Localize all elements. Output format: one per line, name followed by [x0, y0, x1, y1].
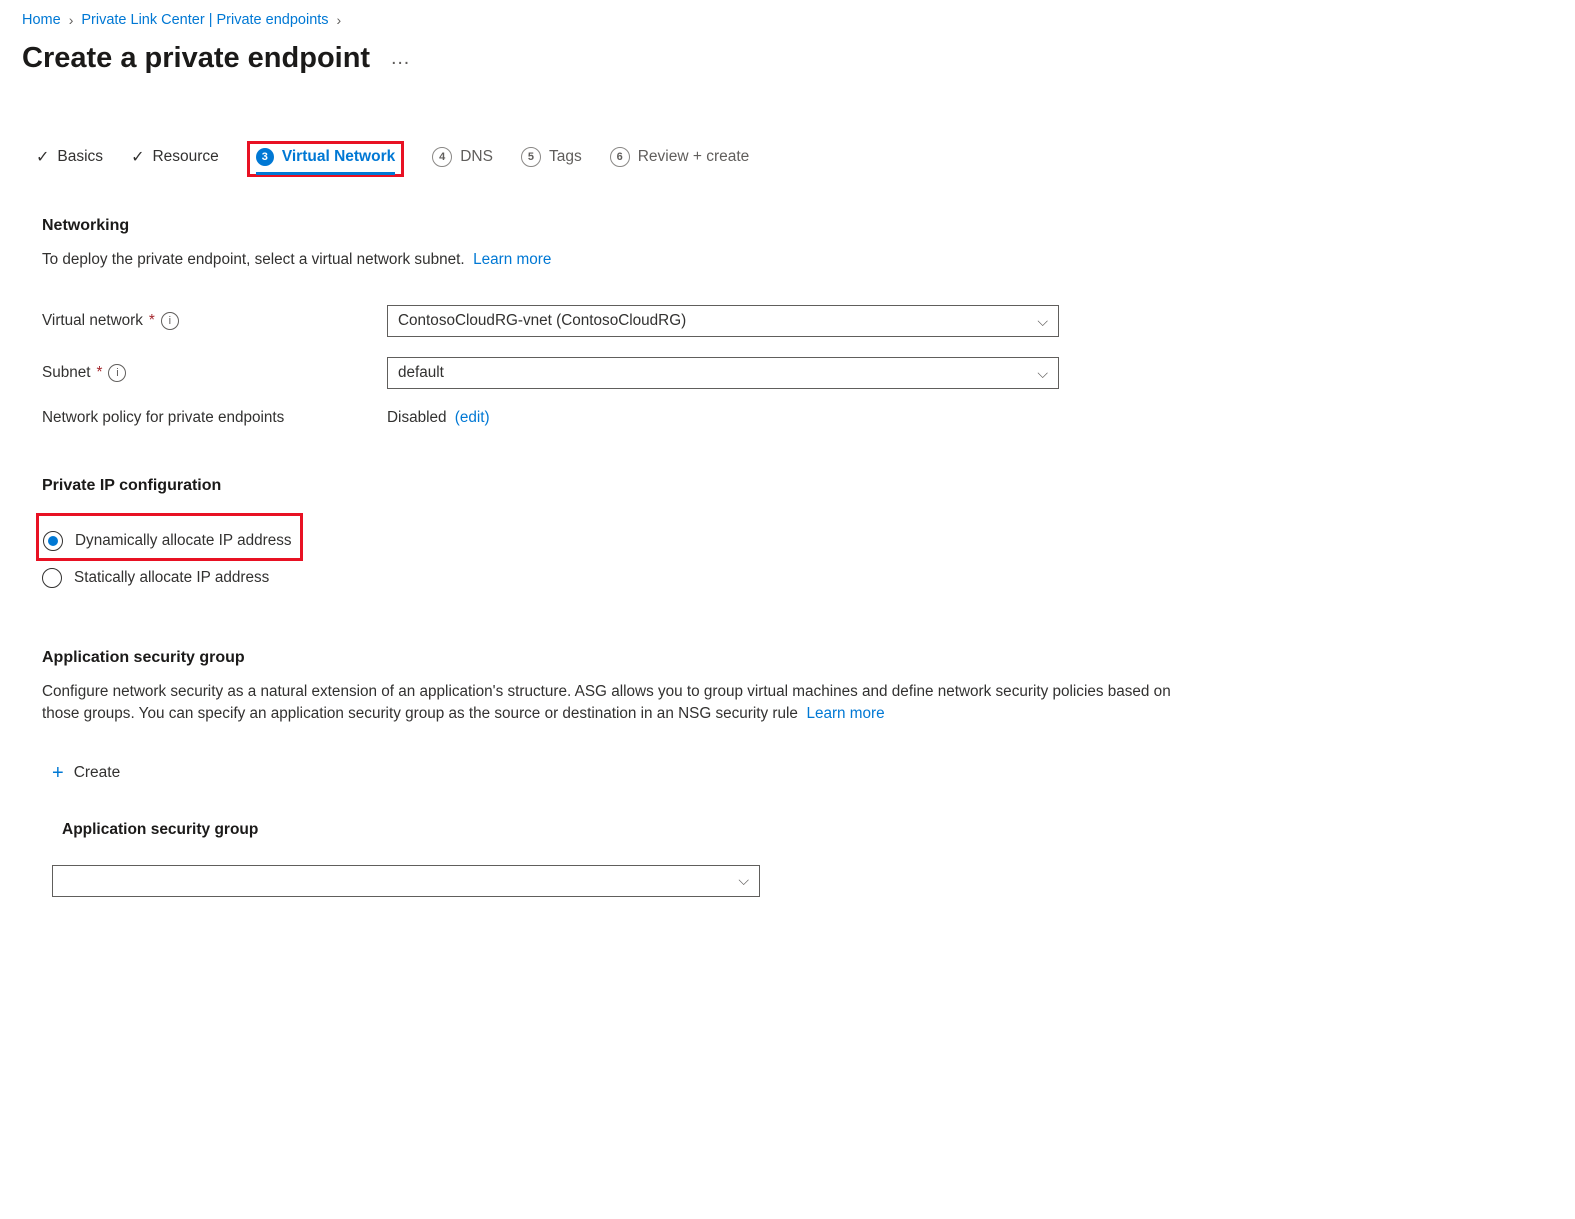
check-icon: ✓ — [131, 147, 144, 167]
asg-select[interactable]: ⌵ — [52, 865, 760, 897]
step-number-badge: 6 — [610, 147, 630, 167]
asg-column-header: Application security group — [62, 821, 1182, 839]
section-asg-heading: Application security group — [42, 649, 1182, 667]
plus-icon: + — [52, 762, 64, 785]
network-policy-label: Network policy for private endpoints — [42, 409, 284, 427]
subnet-label: Subnet — [42, 364, 90, 382]
virtual-network-select[interactable]: ContosoCloudRG-vnet (ContosoCloudRG) ⌵ — [387, 305, 1059, 337]
subnet-select[interactable]: default ⌵ — [387, 357, 1059, 389]
tab-tags[interactable]: 5 Tags — [521, 147, 582, 175]
radio-label: Statically allocate IP address — [74, 569, 269, 587]
tab-virtual-network[interactable]: 3 Virtual Network — [256, 148, 395, 174]
tab-dns[interactable]: 4 DNS — [432, 147, 493, 175]
asg-learn-more-link[interactable]: Learn more — [806, 705, 884, 722]
chevron-right-icon: › — [335, 12, 344, 28]
tab-resource[interactable]: ✓ Resource — [131, 147, 219, 175]
asg-description: Configure network security as a natural … — [42, 681, 1182, 725]
step-tabs: ✓ Basics ✓ Resource 3 Virtual Network 4 … — [36, 145, 1575, 177]
tab-label: Virtual Network — [282, 148, 395, 166]
chevron-down-icon: ⌵ — [1037, 313, 1048, 330]
more-actions-icon[interactable]: … — [390, 47, 411, 70]
section-networking-heading: Networking — [42, 217, 1182, 235]
required-indicator: * — [96, 364, 102, 382]
chevron-down-icon: ⌵ — [1037, 365, 1048, 382]
networking-learn-more-link[interactable]: Learn more — [473, 251, 551, 268]
section-private-ip-heading: Private IP configuration — [42, 477, 1182, 495]
highlight-annotation: Dynamically allocate IP address — [36, 513, 303, 561]
subnet-value: default — [398, 364, 444, 382]
step-number-badge: 5 — [521, 147, 541, 167]
radio-icon — [42, 568, 62, 588]
create-asg-label: Create — [74, 764, 121, 782]
required-indicator: * — [149, 312, 155, 330]
breadcrumb-home[interactable]: Home — [22, 12, 61, 28]
radio-icon — [43, 531, 63, 551]
tab-label: Review + create — [638, 148, 750, 166]
tab-label: Resource — [152, 148, 218, 166]
breadcrumb: Home › Private Link Center | Private end… — [22, 12, 1575, 28]
tab-review-create[interactable]: 6 Review + create — [610, 147, 750, 175]
tab-basics[interactable]: ✓ Basics — [36, 147, 103, 175]
step-number-badge: 3 — [256, 148, 274, 166]
breadcrumb-private-link-center[interactable]: Private Link Center | Private endpoints — [81, 12, 328, 28]
chevron-right-icon: › — [67, 12, 76, 28]
dynamic-ip-radio[interactable]: Dynamically allocate IP address — [43, 528, 292, 554]
info-icon[interactable]: i — [108, 364, 126, 382]
step-number-badge: 4 — [432, 147, 452, 167]
virtual-network-value: ContosoCloudRG-vnet (ContosoCloudRG) — [398, 312, 686, 330]
highlight-annotation: 3 Virtual Network — [247, 141, 404, 177]
info-icon[interactable]: i — [161, 312, 179, 330]
tab-label: Tags — [549, 148, 582, 166]
network-policy-edit-link[interactable]: (edit) — [455, 409, 490, 426]
check-icon: ✓ — [36, 147, 49, 167]
tab-label: DNS — [460, 148, 493, 166]
chevron-down-icon: ⌵ — [738, 872, 749, 889]
virtual-network-label: Virtual network — [42, 312, 143, 330]
networking-description: To deploy the private endpoint, select a… — [42, 249, 1182, 271]
page-title: Create a private endpoint — [22, 42, 370, 75]
network-policy-value: Disabled — [387, 409, 447, 426]
static-ip-radio[interactable]: Statically allocate IP address — [42, 565, 1182, 591]
radio-label: Dynamically allocate IP address — [75, 532, 292, 550]
tab-label: Basics — [57, 148, 103, 166]
create-asg-button[interactable]: + Create — [52, 762, 1182, 785]
